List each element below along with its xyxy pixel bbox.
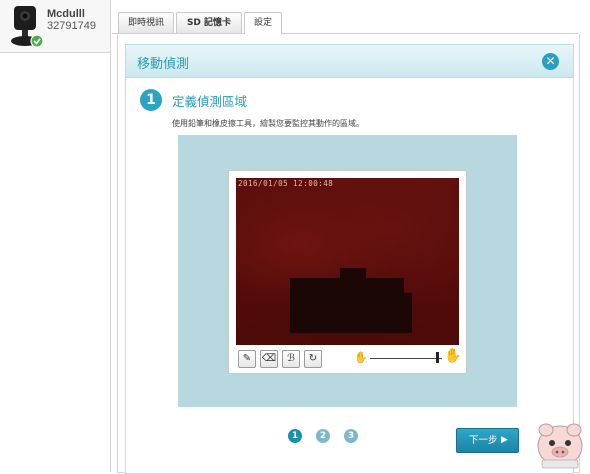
motion-detection-panel: 移動偵測 ✕ 1 定義偵測區域 使用鉛筆和橡皮擦工具，繪製您要監控其動作的區域。… (125, 44, 574, 474)
device-id: 32791749 (47, 20, 96, 32)
device-sidebar: Mcdulll 32791749 (0, 0, 111, 472)
refresh-icon[interactable]: ↻ (304, 350, 322, 368)
tab-settings[interactable]: 設定 (244, 12, 282, 34)
detection-area-stage: 2016/01/05 12:00:48 ✎ ⌫ ℬ ↻ ✋ ✋ (178, 135, 517, 407)
brush-icon[interactable]: ℬ (282, 350, 300, 368)
close-icon[interactable]: ✕ (542, 53, 559, 70)
step-number-badge: 1 (140, 89, 162, 111)
sensitivity-slider-thumb[interactable] (435, 352, 439, 363)
dark-region (340, 268, 366, 282)
camera-video-feed[interactable]: 2016/01/05 12:00:48 (236, 178, 459, 345)
play-arrow-icon: ▶ (501, 435, 508, 445)
dark-region (311, 281, 329, 291)
device-name: Mcdulll (47, 8, 85, 20)
small-hand-icon: ✋ (354, 351, 368, 364)
tab-live-view[interactable]: 即時視訊 (118, 12, 174, 33)
video-timestamp: 2016/01/05 12:00:48 (238, 179, 334, 188)
panel-title: 移動偵測 (137, 57, 190, 72)
pager-step-3[interactable]: 3 (344, 429, 358, 443)
pager-step-2[interactable]: 2 (316, 429, 330, 443)
drawing-toolbar: ✎ ⌫ ℬ ↻ ✋ ✋ (236, 348, 462, 368)
video-card: 2016/01/05 12:00:48 ✎ ⌫ ℬ ↻ ✋ ✋ (228, 170, 467, 374)
mascot-watermark-icon (537, 423, 583, 469)
panel-header: 移動偵測 ✕ (126, 45, 573, 78)
camera-thumbnail-icon (11, 6, 44, 48)
sensitivity-slider[interactable] (370, 358, 442, 359)
next-button[interactable]: 下一步 ▶ (456, 428, 519, 453)
large-hand-icon: ✋ (444, 348, 462, 364)
tab-bar: 即時視訊 SD 記憶卡 設定 (112, 12, 578, 34)
pencil-icon[interactable]: ✎ (238, 350, 256, 368)
device-list-item[interactable]: Mcdulll 32791749 (0, 0, 110, 53)
tab-sd-card[interactable]: SD 記憶卡 (176, 12, 242, 33)
step-description: 使用鉛筆和橡皮擦工具，繪製您要監控其動作的區域。 (172, 119, 364, 128)
next-button-label: 下一步 (469, 435, 498, 446)
step-title: 定義偵測區域 (172, 94, 248, 109)
eraser-icon[interactable]: ⌫ (260, 350, 278, 368)
pager-step-1[interactable]: 1 (288, 429, 302, 443)
dark-region (384, 293, 412, 333)
